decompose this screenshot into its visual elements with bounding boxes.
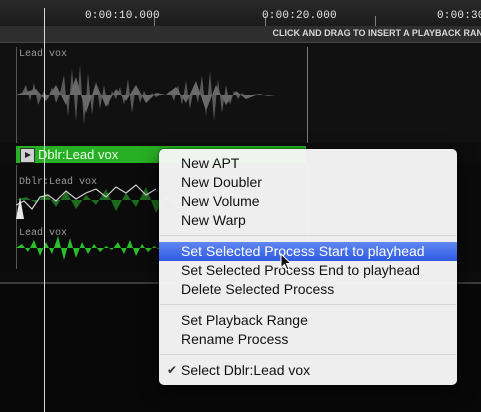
playhead[interactable] <box>44 8 45 412</box>
timeline-ruler[interactable]: 0:00:10.000 0:00:20.000 0:00:30. <box>0 0 481 27</box>
context-menu: New APT New Doubler New Volume New Warp … <box>159 149 457 385</box>
menu-item-select-process[interactable]: ✔ Select Dblr:Lead vox <box>159 361 457 380</box>
menu-item-set-end[interactable]: Set Selected Process End to playhead <box>159 261 457 280</box>
menu-item-new-doubler[interactable]: New Doubler <box>159 173 457 192</box>
menu-separator <box>160 304 456 305</box>
menu-item-new-apt[interactable]: New APT <box>159 154 457 173</box>
menu-item-delete-process[interactable]: Delete Selected Process <box>159 280 457 299</box>
guide-waveform <box>16 65 306 125</box>
playback-range-bar[interactable]: CLICK AND DRAG TO INSERT A PLAYBACK RAN <box>0 26 481 43</box>
play-icon[interactable] <box>20 148 35 163</box>
checkmark-icon: ✔ <box>167 363 178 377</box>
menu-item-new-warp[interactable]: New Warp <box>159 211 457 230</box>
ruler-tick <box>375 16 376 26</box>
ruler-label-10s: 0:00:10.000 <box>85 10 160 22</box>
menu-item-rename-process[interactable]: Rename Process <box>159 330 457 349</box>
ruler-label-20s: 0:00:20.000 <box>262 10 337 22</box>
ruler-label-30s: 0:00:30. <box>437 10 481 22</box>
process-title: Dblr:Lead vox <box>38 147 119 162</box>
menu-item-new-volume[interactable]: New Volume <box>159 192 457 211</box>
menu-separator <box>160 354 456 355</box>
menu-item-set-start[interactable]: Set Selected Process Start to playhead <box>159 242 457 261</box>
menu-separator <box>160 235 456 236</box>
mouse-cursor-icon <box>280 253 292 271</box>
playback-range-hint: CLICK AND DRAG TO INSERT A PLAYBACK RAN <box>272 28 481 38</box>
menu-item-set-playback-range[interactable]: Set Playback Range <box>159 311 457 330</box>
